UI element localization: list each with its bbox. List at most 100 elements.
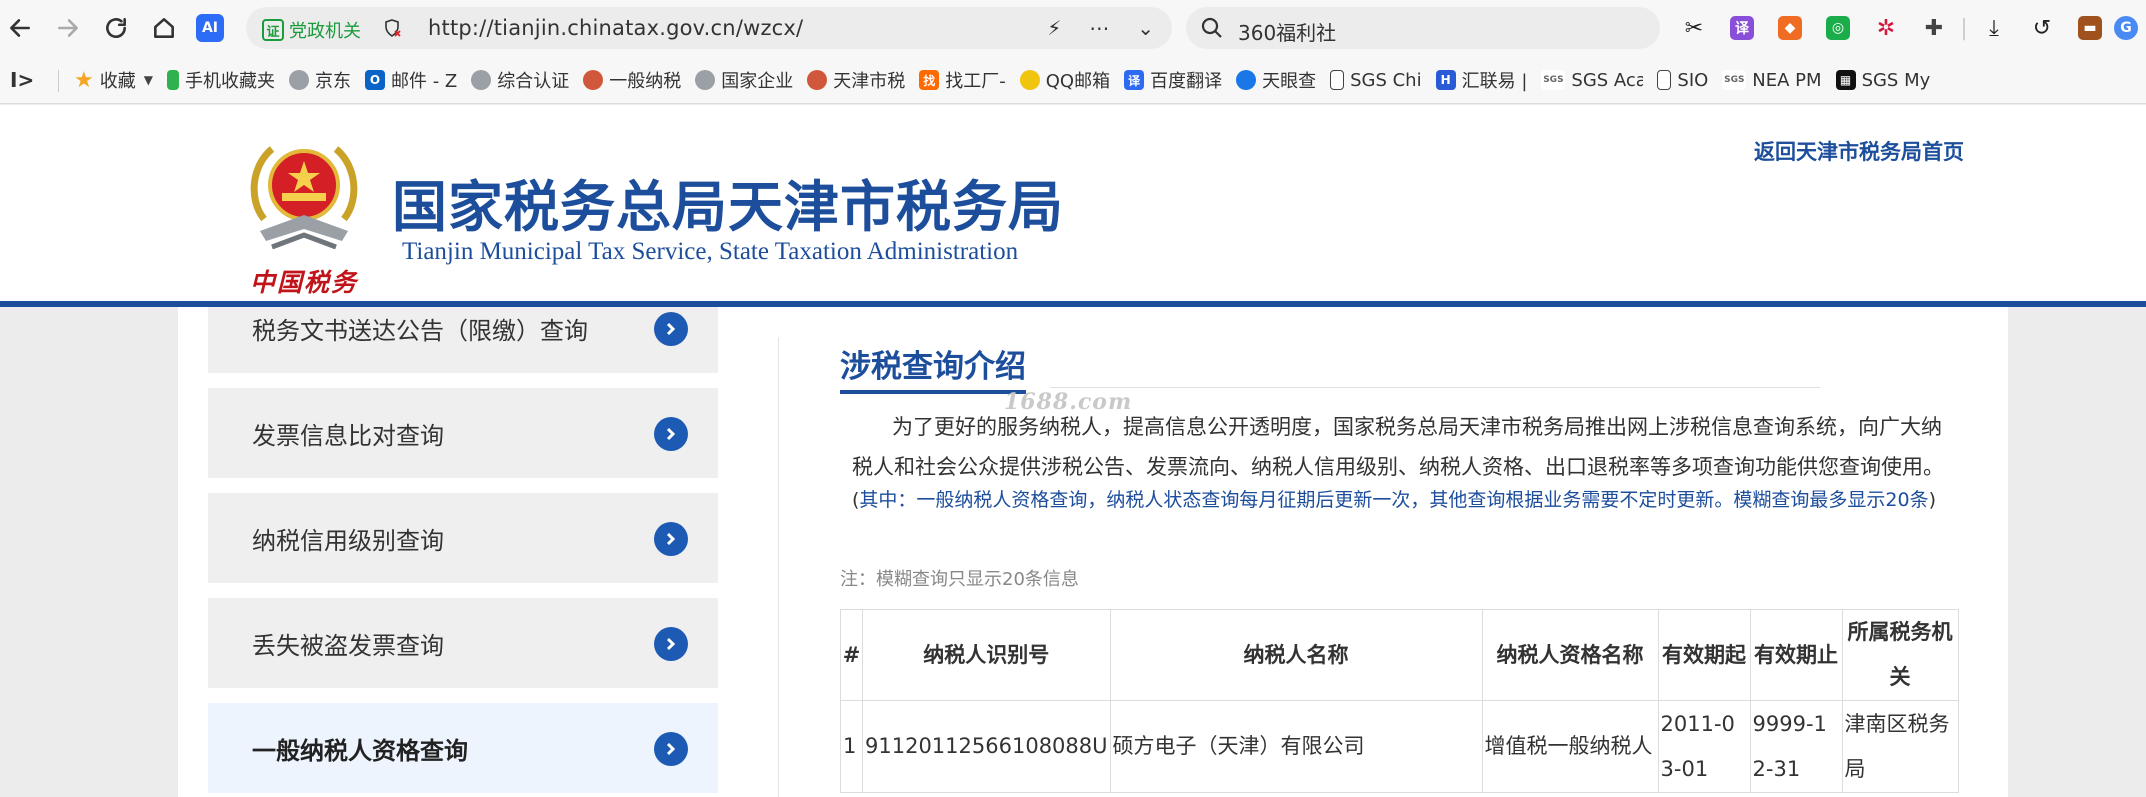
tianyancha-icon (1236, 70, 1257, 90)
table-cell: 硕方电子（天津）有限公司 (1109, 700, 1483, 793)
tax-emblem-icon (807, 70, 828, 90)
sgs-icon: SGS (1722, 70, 1747, 90)
table-cell: 1 (840, 700, 863, 793)
sidebar-item-general-taxpayer[interactable]: 一般纳税人资格查询 (208, 703, 718, 793)
ai-assistant-button[interactable]: AI (196, 14, 224, 42)
qq-mail-icon (1019, 70, 1040, 90)
gamepad-icon[interactable]: ◆ (1766, 10, 1814, 46)
more-icon[interactable]: ⋯ (1089, 16, 1109, 40)
bookmark-item[interactable]: 综合认证 (471, 67, 569, 93)
sgs-icon: SGS (1541, 70, 1566, 90)
bookmark-item[interactable]: SGS NEA PM (1722, 70, 1822, 91)
outlook-icon: O (364, 70, 385, 90)
table-cell: 津南区税务局 (1841, 700, 1959, 793)
table-header-row: # 纳税人识别号 纳税人名称 纳税人资格名称 有效期起 有效期止 所属税务机关 (840, 609, 1959, 701)
bookmark-item[interactable]: ▦ SGS My (1835, 70, 1930, 91)
site-header: 中国税务 国家税务总局天津市税务局 Tianjin Municipal Tax … (0, 105, 2146, 301)
url-text[interactable]: http://tianjin.chinatax.gov.cn/wzcx/ (428, 16, 803, 40)
star-icon: ★ (74, 67, 94, 93)
table-cell: 增值税一般纳税人 (1481, 700, 1659, 793)
back-button[interactable] (4, 12, 36, 44)
certificate-badge[interactable]: 证 党政机关 (262, 17, 361, 43)
search-bar[interactable]: 360福利社 (1186, 7, 1660, 49)
bookmark-item[interactable]: 一般纳税 (583, 67, 681, 93)
divider (778, 337, 779, 797)
column-header: 所属税务机关 (1841, 609, 1959, 701)
sidebar-item-lost-invoice[interactable]: 丢失被盗发票查询 (208, 598, 718, 688)
column-header: 纳税人名称 (1109, 609, 1483, 701)
chevron-right-icon (654, 732, 688, 766)
chevron-right-icon (654, 312, 688, 346)
sidebar-item-invoice-compare[interactable]: 发票信息比对查询 (208, 388, 718, 478)
factory-icon: 找 (919, 70, 940, 90)
sidebar-item-label: 丢失被盗发票查询 (252, 632, 444, 660)
column-header: 有效期起 (1657, 609, 1751, 701)
scissors-icon[interactable]: ✂ (1670, 10, 1718, 46)
bookmark-item[interactable]: 京东 (288, 67, 351, 93)
emblem-text: 中国税务 (250, 268, 359, 297)
document-icon (1657, 70, 1672, 90)
sidebar-item-label: 一般纳税人资格查询 (252, 737, 468, 765)
bookmark-item[interactable]: SGS SGS Aca (1541, 70, 1643, 91)
arrow-right-icon (58, 19, 78, 37)
table-cell: 2011-03-01 (1657, 700, 1751, 793)
globe-icon (695, 70, 716, 90)
caret-down-icon[interactable]: ▼ (144, 73, 153, 87)
forward-button[interactable] (52, 12, 84, 44)
column-header: # (840, 609, 863, 701)
translate-extension-icon[interactable]: 译 (1718, 10, 1766, 46)
sidebar-item-document-delivery[interactable]: 税务文书送达公告（限缴）查询 (208, 307, 718, 373)
bookmark-item[interactable]: 天津市税 (807, 67, 905, 93)
sidebar-toggle-icon[interactable]: I> (10, 68, 34, 92)
intro-paragraph: 为了更好的服务纳税人，提高信息公开透明度，国家税务总局天津市税务局推出网上涉税信… (852, 415, 1944, 479)
fuzzy-query-note: 注：模糊查询只显示20条信息 (840, 569, 1079, 590)
sidebar-item-label: 纳税信用级别查询 (252, 527, 444, 555)
search-icon (1201, 17, 1222, 38)
chevron-right-icon (654, 627, 688, 661)
bookmark-item[interactable]: QQ邮箱 (1019, 67, 1110, 93)
bookmark-item[interactable]: 手机收藏夹 (166, 67, 275, 93)
bookmark-item[interactable]: SIO (1657, 70, 1708, 91)
wechat-icon[interactable]: ◎ (1814, 10, 1862, 46)
browser-logo-icon[interactable]: G (2114, 10, 2138, 46)
search-input[interactable]: 360福利社 (1238, 17, 1336, 46)
browser-toolbar: AI 证 党政机关 http://tianjin.chinatax.gov.cn… (0, 0, 2146, 56)
bookmark-favorites[interactable]: ★ 收藏 ▼ (74, 67, 153, 93)
bookmark-item[interactable]: 译百度翻译 (1124, 67, 1222, 93)
national-emblem-icon (250, 146, 358, 250)
huilianyi-icon: H (1435, 70, 1456, 90)
site-title: 国家税务总局天津市税务局 (392, 175, 1065, 239)
column-header: 纳税人识别号 (862, 609, 1111, 701)
column-header: 纳税人资格名称 (1481, 609, 1659, 701)
bookmark-item[interactable]: 找找工厂- (919, 67, 1006, 93)
bookmark-item[interactable]: SGS Chi (1330, 70, 1422, 91)
table-cell: 9999-12-31 (1749, 700, 1843, 793)
briefcase-icon[interactable]: ▬ (2066, 10, 2114, 46)
lightning-icon[interactable]: ⚡ (1047, 16, 1061, 40)
bookmark-item[interactable]: 天眼查 (1236, 67, 1316, 93)
globe-icon (288, 70, 309, 90)
network-icon[interactable]: ✲ (1862, 10, 1910, 46)
certificate-icon: 证 (262, 19, 284, 41)
table-row: 1 91120112566108088U 硕方电子（天津）有限公司 增值税一般纳… (840, 700, 1959, 793)
home-button[interactable] (148, 12, 180, 44)
column-header: 有效期止 (1749, 609, 1843, 701)
chevron-down-icon[interactable]: ⌄ (1137, 16, 1154, 40)
windows-icon: ▦ (1835, 70, 1856, 90)
baidu-translate-icon: 译 (1124, 70, 1145, 90)
bookmark-item[interactable]: H 汇联易 | (1435, 67, 1527, 93)
puzzle-icon[interactable]: ✚ (1910, 10, 1958, 46)
result-table: # 纳税人识别号 纳税人名称 纳税人资格名称 有效期起 有效期止 所属税务机关 … (840, 609, 1959, 793)
bookmark-item[interactable]: 国家企业 (695, 67, 793, 93)
home-page-link[interactable]: 返回天津市税务局首页 (1754, 136, 1964, 166)
sidebar-item-credit-rating[interactable]: 纳税信用级别查询 (208, 493, 718, 583)
divider: | (1960, 15, 1968, 41)
shield-x-icon[interactable] (382, 18, 402, 38)
download-icon[interactable]: ⤓ (1970, 10, 2018, 46)
page-content: 税务文书送达公告（限缴）查询 发票信息比对查询 纳税信用级别查询 丢失被盗发票查… (178, 307, 2008, 797)
address-bar[interactable]: 证 党政机关 http://tianjin.chinatax.gov.cn/wz… (246, 7, 1172, 49)
undo-icon[interactable]: ↺ (2018, 10, 2066, 46)
chevron-right-icon (654, 522, 688, 556)
bookmark-item[interactable]: O 邮件 - Z (364, 67, 457, 93)
reload-button[interactable] (100, 12, 132, 44)
